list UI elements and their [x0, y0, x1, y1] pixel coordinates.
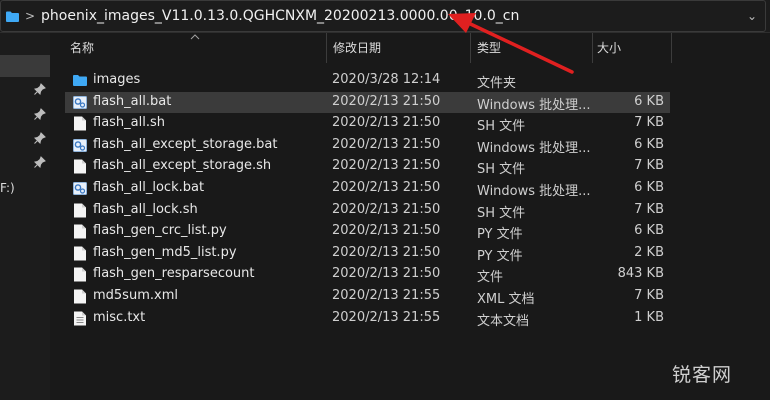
address-bar-container: > phoenix_images_V11.0.13.0.QGHCNXM_2020… — [0, 0, 770, 33]
file-name: flash_all_lock.sh — [93, 201, 198, 217]
file-icon — [73, 246, 87, 261]
watermark-text: 锐客网 — [671, 364, 732, 386]
file-type: PY 文件 — [477, 248, 523, 264]
text-file-icon — [73, 311, 87, 326]
batch-file-icon — [73, 138, 87, 153]
file-row[interactable]: flash_all.sh 2020/2/13 21:50 SH 文件 7 KB — [65, 113, 670, 134]
file-date: 2020/2/13 21:50 — [332, 115, 441, 131]
file-size: 7 KB — [634, 158, 664, 174]
file-row[interactable]: md5sum.xml 2020/2/13 21:55 XML 文档 7 KB — [65, 286, 670, 307]
column-header-type[interactable]: 类型 — [477, 33, 501, 63]
file-row[interactable]: flash_all_except_storage.bat 2020/2/13 2… — [65, 135, 670, 156]
file-icon — [73, 289, 87, 304]
file-type: XML 文档 — [477, 292, 535, 307]
batch-file-icon — [73, 181, 87, 196]
folder-icon — [6, 11, 19, 22]
pin-icon[interactable] — [34, 156, 46, 168]
file-date: 2020/2/13 21:50 — [332, 136, 441, 152]
file-row[interactable]: flash_gen_resparsecount 2020/2/13 21:50 … — [65, 264, 670, 285]
file-size: 7 KB — [634, 115, 664, 131]
pin-icon[interactable] — [34, 108, 46, 120]
nav-item-selected[interactable] — [0, 55, 50, 77]
file-name: flash_all_except_storage.sh — [93, 158, 272, 174]
file-icon — [73, 116, 87, 131]
file-name: flash_gen_resparsecount — [93, 266, 255, 282]
file-size: 7 KB — [634, 288, 664, 303]
file-type: PY 文件 — [477, 227, 523, 243]
file-type: 文本文档 — [477, 313, 530, 329]
file-row[interactable]: flash_all.bat 2020/2/13 21:50 Windows 批处… — [65, 91, 670, 113]
address-dropdown-icon[interactable]: ⌄ — [747, 9, 757, 23]
column-header-date[interactable]: 修改日期 — [333, 33, 381, 63]
column-divider[interactable] — [326, 33, 327, 63]
file-date: 2020/2/13 21:50 — [332, 158, 441, 174]
file-type: SH 文件 — [477, 119, 526, 135]
file-list-pane: 名称 修改日期 类型 大小 images 2020/3/28 12:14 文件夹… — [50, 33, 770, 400]
file-icon — [73, 203, 87, 218]
file-name: flash_all.sh — [93, 115, 166, 131]
folder-icon — [73, 73, 87, 88]
file-size: 7 KB — [634, 201, 664, 217]
file-size: 6 KB — [634, 180, 664, 195]
file-icon — [73, 224, 87, 239]
file-date: 2020/2/13 21:50 — [332, 266, 441, 282]
pin-icon[interactable] — [34, 83, 46, 95]
column-header-size[interactable]: 大小 — [597, 33, 621, 63]
file-name: md5sum.xml — [93, 288, 178, 303]
file-size: 6 KB — [634, 93, 664, 109]
file-name: images — [93, 72, 141, 87]
file-size: 6 KB — [634, 136, 664, 152]
breadcrumb-path[interactable]: phoenix_images_V11.0.13.0.QGHCNXM_202002… — [41, 8, 519, 24]
file-row[interactable]: flash_gen_md5_list.py 2020/2/13 21:50 PY… — [65, 243, 670, 264]
file-icon — [73, 267, 87, 282]
file-type: Windows 批处理... — [477, 184, 591, 199]
file-type: 文件夹 — [477, 76, 517, 91]
file-type: SH 文件 — [477, 205, 526, 221]
file-size: 1 KB — [634, 309, 664, 325]
file-type: Windows 批处理... — [477, 97, 591, 113]
batch-file-icon — [73, 95, 87, 110]
column-divider[interactable] — [592, 33, 593, 63]
file-name: flash_all_lock.bat — [93, 180, 205, 195]
nav-item-drive[interactable]: F:) — [0, 181, 15, 195]
file-date: 2020/2/13 21:50 — [332, 244, 441, 260]
file-name: flash_gen_crc_list.py — [93, 223, 227, 239]
column-divider[interactable] — [671, 33, 672, 63]
sort-ascending-icon — [190, 34, 200, 40]
file-name: flash_gen_md5_list.py — [93, 244, 237, 260]
file-name: flash_all.bat — [93, 93, 172, 109]
file-icon — [73, 159, 87, 174]
pin-icon[interactable] — [34, 132, 46, 144]
file-size: 6 KB — [634, 223, 664, 239]
address-bar[interactable]: > phoenix_images_V11.0.13.0.QGHCNXM_2020… — [0, 0, 766, 32]
file-date: 2020/2/13 21:50 — [332, 201, 441, 217]
file-row[interactable]: misc.txt 2020/2/13 21:55 文本文档 1 KB — [65, 308, 670, 329]
file-date: 2020/2/13 21:55 — [332, 309, 441, 325]
file-date: 2020/2/13 21:50 — [332, 180, 441, 195]
file-name: misc.txt — [93, 309, 146, 325]
file-row[interactable]: flash_all_except_storage.sh 2020/2/13 21… — [65, 156, 670, 177]
file-date: 2020/2/13 21:55 — [332, 288, 441, 303]
file-row[interactable]: flash_all_lock.sh 2020/2/13 21:50 SH 文件 … — [65, 200, 670, 221]
file-row[interactable]: images 2020/3/28 12:14 文件夹 — [65, 70, 670, 91]
file-date: 2020/3/28 12:14 — [332, 72, 441, 87]
file-size: 843 KB — [617, 266, 664, 282]
navigation-pane: F:) — [0, 33, 50, 400]
file-type: SH 文件 — [477, 162, 526, 178]
file-date: 2020/2/13 21:50 — [332, 223, 441, 239]
file-row[interactable]: flash_all_lock.bat 2020/2/13 21:50 Windo… — [65, 178, 670, 199]
file-row[interactable]: flash_gen_crc_list.py 2020/2/13 21:50 PY… — [65, 221, 670, 242]
breadcrumb-separator-icon[interactable]: > — [25, 9, 35, 23]
file-type: 文件 — [477, 270, 504, 286]
file-name: flash_all_except_storage.bat — [93, 136, 278, 152]
file-size: 2 KB — [634, 244, 664, 260]
column-header-name[interactable]: 名称 — [70, 33, 94, 63]
file-date: 2020/2/13 21:50 — [332, 93, 441, 109]
file-type: Windows 批处理... — [477, 140, 591, 156]
column-divider[interactable] — [470, 33, 471, 63]
column-header-row: 名称 修改日期 类型 大小 — [50, 33, 770, 63]
